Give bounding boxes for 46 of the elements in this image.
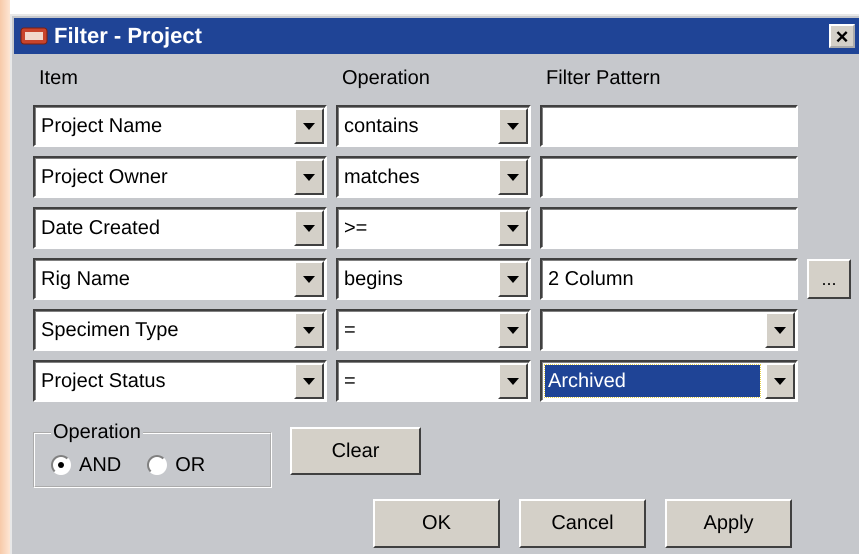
pattern-dropdown[interactable] [540, 309, 798, 351]
caret-icon [507, 174, 519, 180]
item-dropdown[interactable]: Project Status [33, 360, 327, 402]
browse-button[interactable]: ... [807, 259, 851, 299]
filter-pattern-header: Filter Pattern [545, 66, 662, 91]
pattern-field[interactable]: 2 Column [540, 258, 798, 300]
close-button[interactable]: × [829, 24, 855, 48]
caret-icon [507, 326, 519, 334]
cancel-button[interactable]: Cancel [519, 499, 646, 548]
caret-icon [507, 122, 519, 130]
radio-option[interactable]: OR [147, 454, 206, 476]
pattern-field[interactable] [540, 207, 798, 249]
apply-button[interactable]: Apply [665, 499, 792, 548]
pattern-dropdown[interactable]: Archived [540, 360, 798, 402]
caret-icon [774, 378, 786, 384]
caret-icon [303, 276, 315, 282]
caret-icon [507, 378, 519, 384]
caret-icon [774, 326, 786, 334]
item-dropdown[interactable]: Rig Name [33, 258, 327, 300]
caret-icon [507, 276, 519, 282]
app-logo-icon [20, 27, 48, 45]
radio-option[interactable]: AND [51, 454, 122, 476]
operation-dropdown[interactable]: begins [336, 258, 531, 300]
item-dropdown[interactable]: Project Name [33, 105, 327, 147]
caret-icon [507, 224, 519, 232]
operation-header: Operation [341, 66, 431, 91]
item-dropdown[interactable]: Project Owner [33, 156, 327, 198]
pattern-field[interactable] [540, 105, 798, 147]
caret-icon [303, 326, 315, 334]
caret-icon [303, 174, 315, 180]
operation-dropdown[interactable]: contains [336, 105, 531, 147]
operation-dropdown[interactable]: >= [336, 207, 531, 249]
item-dropdown[interactable]: Date Created [33, 207, 327, 249]
caret-icon [303, 378, 315, 384]
caret-icon [303, 122, 315, 130]
ok-button[interactable]: OK [373, 499, 500, 548]
operation-dropdown[interactable]: matches [336, 156, 531, 198]
caret-icon [303, 224, 315, 232]
operation-dropdown[interactable]: = [336, 360, 531, 402]
operation-dropdown[interactable]: = [336, 309, 531, 351]
clear-button[interactable]: Clear [290, 427, 421, 475]
pattern-field[interactable] [540, 156, 798, 198]
group-label: Operation [52, 421, 142, 444]
item-dropdown[interactable]: Specimen Type [33, 309, 327, 351]
item-header: Item [38, 66, 79, 91]
window-title: Filter - Project [54, 23, 203, 49]
